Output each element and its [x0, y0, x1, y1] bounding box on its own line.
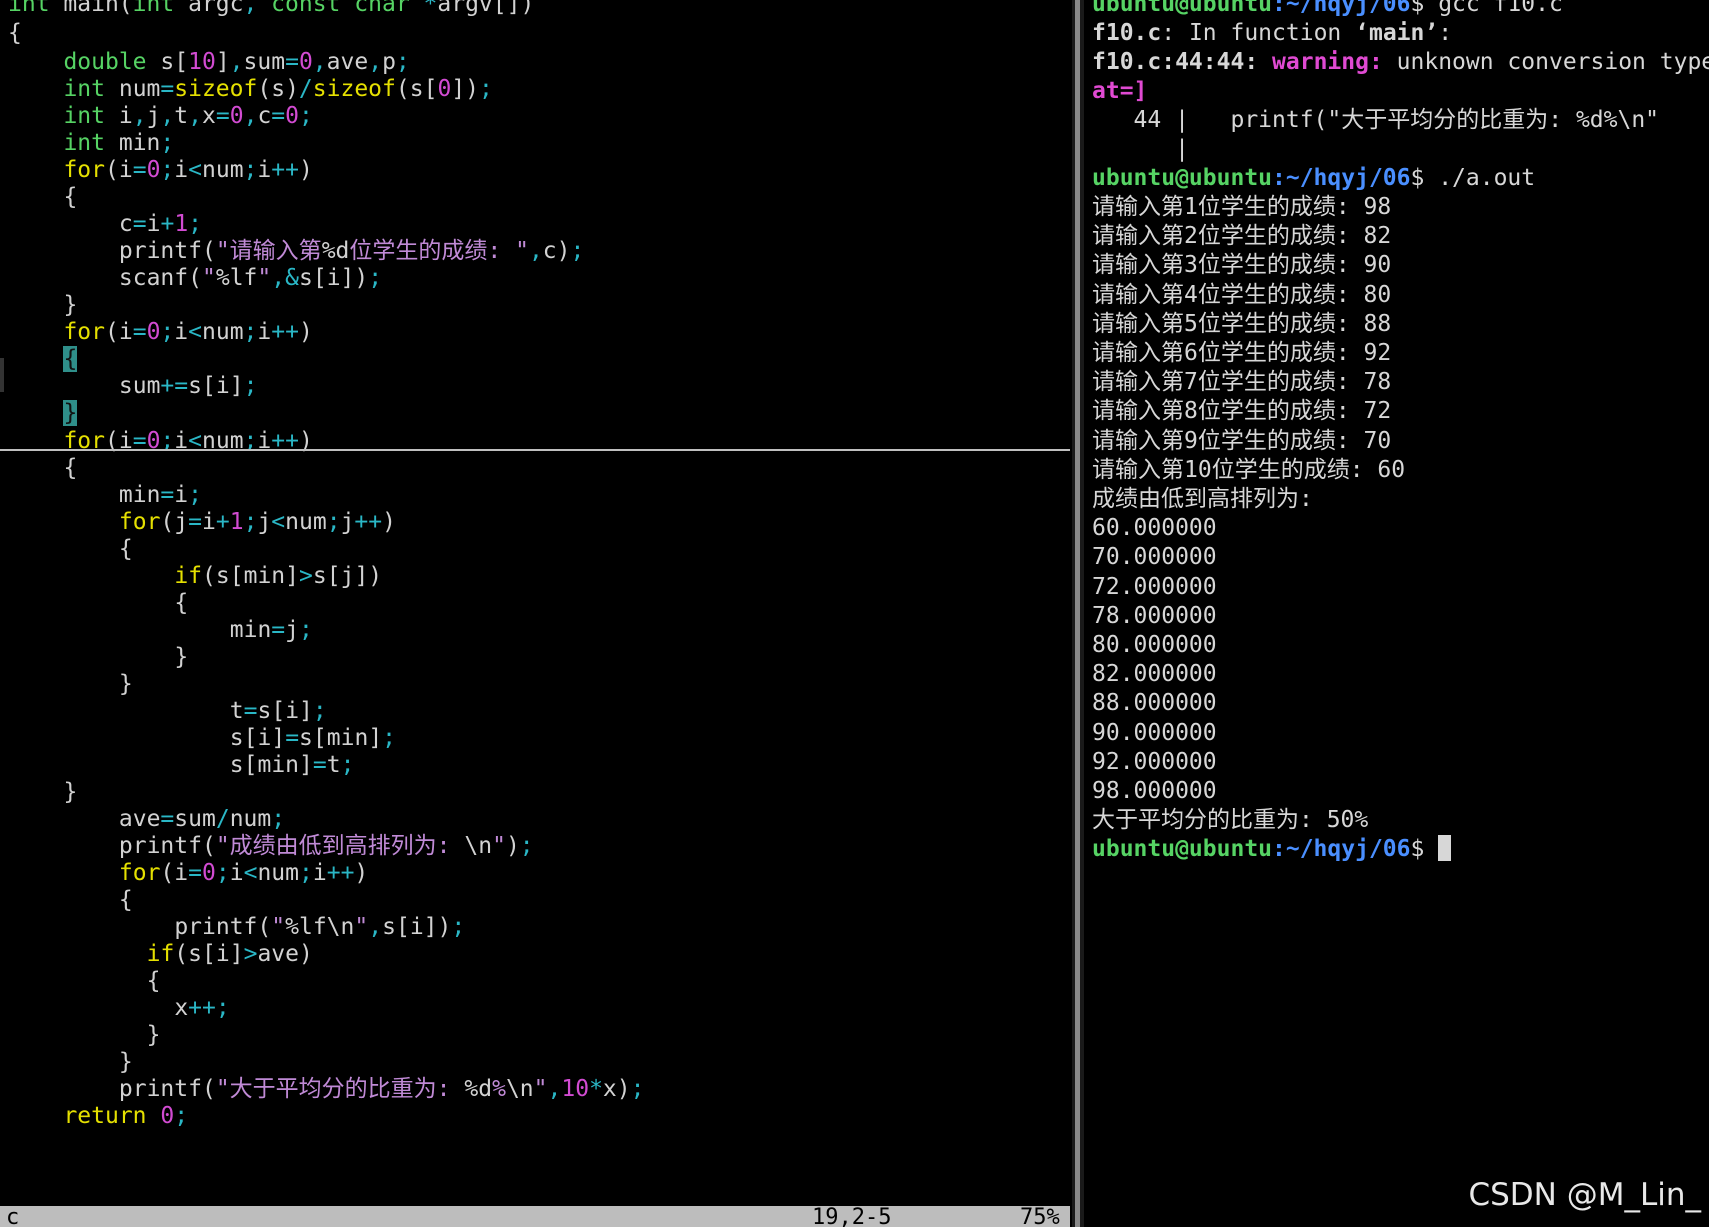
- output-line: 请输入第3位学生的成绩: 90: [1092, 252, 1392, 279]
- output-line: 请输入第10位学生的成绩: 60: [1092, 456, 1406, 483]
- code-line[interactable]: {: [8, 589, 188, 618]
- code-line[interactable]: s[i]=s[min];: [8, 724, 396, 753]
- output-line: 请输入第4位学生的成绩: 80: [1092, 281, 1392, 308]
- code-line[interactable]: ave=sum/num;: [8, 805, 285, 834]
- terminal-line-warn-tail: at=]: [1092, 78, 1148, 104]
- terminal-final-prompt[interactable]: ubuntu@ubuntu:~/hqyj/06$: [1092, 835, 1452, 864]
- output-line: 98.000000: [1092, 778, 1217, 804]
- code-line[interactable]: printf("请输入第%d位学生的成绩: ",c);: [8, 237, 585, 266]
- code-line[interactable]: }: [8, 1048, 133, 1077]
- output-line: 请输入第2位学生的成绩: 82: [1092, 223, 1392, 250]
- code-line[interactable]: printf("大于平均分的比重为: %d%\n",10*x);: [8, 1075, 645, 1104]
- code-line[interactable]: min=i;: [8, 481, 202, 510]
- output-line: 60.000000: [1092, 515, 1217, 542]
- code-line[interactable]: {: [8, 345, 78, 374]
- vim-editor-pane[interactable]: int main(int argc, const char *argv[]){ …: [0, 0, 1070, 1227]
- output-line: 82.000000: [1092, 661, 1217, 688]
- output-line: 请输入第9位学生的成绩: 70: [1092, 427, 1392, 454]
- code-line[interactable]: {: [8, 886, 133, 915]
- output-line: 请输入第8位学生的成绩: 72: [1092, 398, 1392, 425]
- code-line[interactable]: sum+=s[i];: [8, 372, 258, 401]
- code-line[interactable]: int min;: [8, 129, 174, 158]
- code-line[interactable]: for(i=0;i<num;i++): [8, 156, 312, 185]
- code-line[interactable]: for(i=0;i<num;i++): [8, 859, 368, 888]
- output-line: 90.000000: [1092, 719, 1217, 746]
- code-line[interactable]: for(i=0;i<num;i++): [8, 318, 312, 347]
- code-line[interactable]: }: [8, 291, 77, 320]
- code-line[interactable]: scanf("%lf",&s[i]);: [8, 264, 382, 293]
- fold-marker: [0, 358, 4, 392]
- code-line[interactable]: }: [8, 643, 188, 672]
- status-position: 19,2-5: [812, 1205, 892, 1227]
- code-line[interactable]: c=i+1;: [8, 210, 202, 239]
- code-line[interactable]: s[min]=t;: [8, 751, 355, 780]
- code-line[interactable]: int main(int argc, const char *argv[]): [8, 0, 534, 19]
- output-line: 92.000000: [1092, 748, 1217, 775]
- vim-status-bar: c 19,2-5 75%: [0, 1206, 1070, 1227]
- code-line[interactable]: t=s[i];: [8, 697, 327, 726]
- code-line[interactable]: {: [8, 183, 77, 212]
- code-line[interactable]: for(j=i+1;j<num;j++): [8, 508, 396, 537]
- terminal-line-cmd2: ubuntu@ubuntu:~/hqyj/06$ ./a.out: [1092, 165, 1536, 191]
- terminal-line-warning: f10.c:44:44: warning: unknown conversion…: [1092, 49, 1709, 75]
- pane-separator[interactable]: [1072, 0, 1084, 1227]
- output-line: 请输入第1位学生的成绩: 98: [1092, 194, 1392, 220]
- output-line: 72.000000: [1092, 573, 1217, 600]
- output-line: 88.000000: [1092, 690, 1217, 717]
- code-line[interactable]: printf("成绩由低到高排列为: \n");: [8, 832, 534, 861]
- code-line[interactable]: int num=sizeof(s)/sizeof(s[0]);: [8, 75, 492, 104]
- status-percent: 75%: [1020, 1205, 1060, 1227]
- code-line[interactable]: int i,j,t,x=0,c=0;: [8, 102, 312, 131]
- terminal-line-source: 44 | printf("大于平均分的比重为: %d%\n": [1092, 107, 1660, 133]
- status-mode: c: [6, 1205, 20, 1227]
- output-line: 80.000000: [1092, 632, 1217, 658]
- code-line[interactable]: double s[10],sum=0,ave,p;: [8, 48, 409, 77]
- window-split-line: [0, 449, 1070, 451]
- watermark: CSDN @M_Lin_: [1468, 1177, 1701, 1213]
- code-line[interactable]: x++;: [8, 994, 229, 1023]
- code-line[interactable]: for(i=0;i<num;i++): [8, 427, 312, 456]
- terminal-pane[interactable]: ubuntu@ubuntu:~/hqyj/06$ gcc f10.c f10.c…: [1086, 0, 1709, 1227]
- output-line: 70.000000: [1092, 544, 1217, 571]
- terminal-cursor: [1438, 835, 1452, 861]
- output-line: 大于平均分的比重为: 50%: [1092, 807, 1369, 834]
- output-line: 请输入第5位学生的成绩: 88: [1092, 310, 1392, 337]
- output-line: 请输入第7位学生的成绩: 78: [1092, 369, 1392, 396]
- code-line[interactable]: {: [8, 454, 77, 483]
- output-line: 请输入第6位学生的成绩: 92: [1092, 340, 1392, 366]
- terminal-line-source-bar: |: [1092, 136, 1189, 162]
- output-line: 成绩由低到高排列为:: [1092, 486, 1313, 512]
- code-line[interactable]: if(s[min]>s[j]): [8, 562, 382, 591]
- code-line[interactable]: }: [8, 1021, 161, 1050]
- code-line[interactable]: if(s[i]>ave): [8, 940, 313, 969]
- terminal-line-infunction: f10.c: In function ‘main’:: [1092, 20, 1453, 46]
- code-line[interactable]: }: [8, 670, 133, 699]
- code-line[interactable]: }: [8, 399, 78, 428]
- code-line[interactable]: {: [8, 19, 22, 48]
- code-line[interactable]: }: [8, 778, 77, 807]
- code-line[interactable]: printf("%lf\n",s[i]);: [8, 913, 465, 942]
- code-line[interactable]: {: [8, 967, 161, 996]
- code-line[interactable]: {: [8, 535, 133, 564]
- code-line[interactable]: return 0;: [8, 1102, 188, 1131]
- code-line[interactable]: min=j;: [8, 616, 313, 645]
- terminal-line-cmd1: ubuntu@ubuntu:~/hqyj/06$ gcc f10.c: [1092, 0, 1563, 17]
- output-line: 78.000000: [1092, 602, 1217, 629]
